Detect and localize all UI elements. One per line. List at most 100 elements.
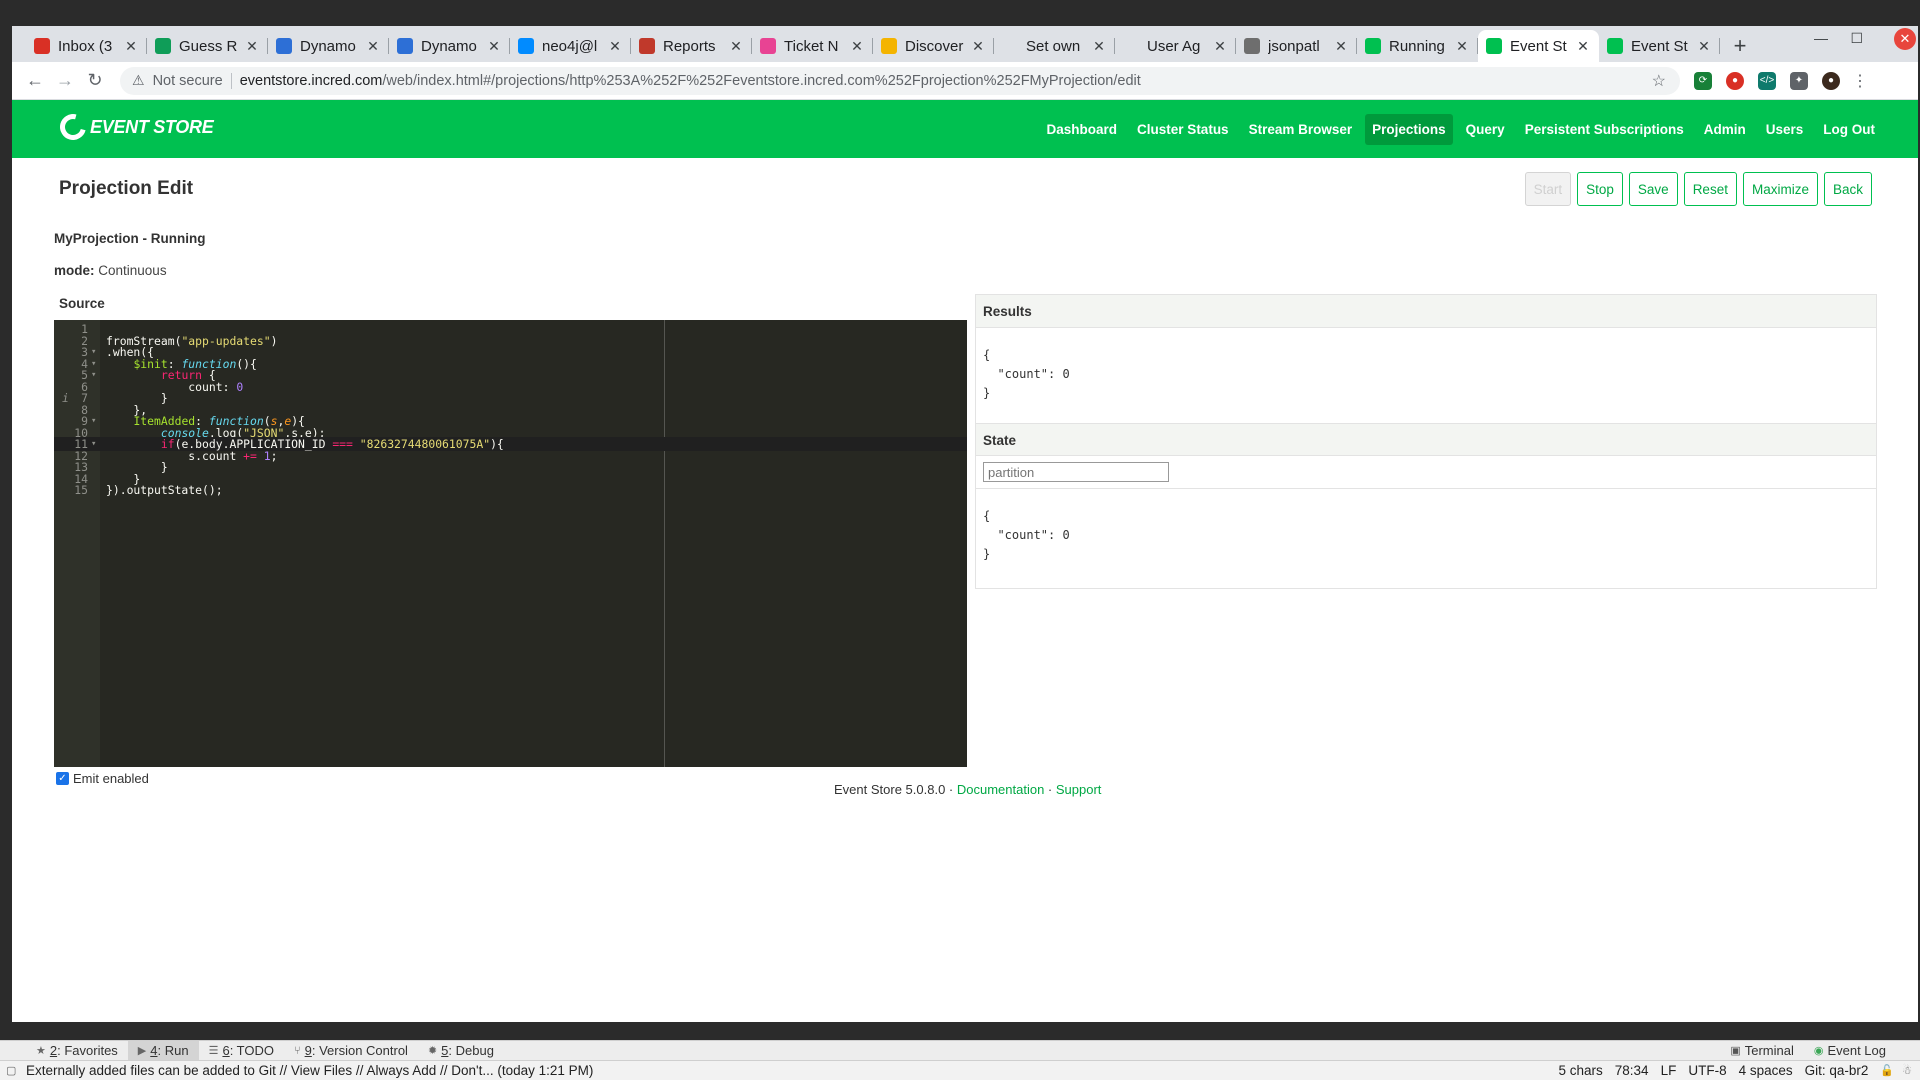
browser-tab[interactable]: Set own ✕ — [994, 30, 1115, 62]
bookmark-star-icon[interactable]: ☆ — [1652, 71, 1666, 91]
start-button[interactable]: Start — [1524, 172, 1572, 206]
reload-icon[interactable]: ↻ — [80, 70, 110, 91]
status-toggle-icon[interactable]: ▢ — [6, 1064, 16, 1077]
eventstore-logo[interactable]: EVENT STORE — [55, 109, 214, 145]
tab-label: Discover — [905, 37, 964, 55]
browser-tab[interactable]: jsonpatl ✕ — [1236, 30, 1357, 62]
status-item[interactable]: LF — [1661, 1063, 1677, 1078]
browser-tab[interactable]: User Ag ✕ — [1115, 30, 1236, 62]
mode-value: Continuous — [98, 263, 167, 278]
code-text: }).outputState(); — [106, 483, 223, 497]
status-item[interactable]: UTF-8 — [1688, 1063, 1726, 1078]
extension-icon-3[interactable]: </> — [1758, 71, 1776, 90]
tool-label: Terminal — [1744, 1043, 1794, 1058]
state-heading: State — [976, 423, 1876, 456]
mode-line: mode: Continuous — [54, 263, 167, 278]
tab-close-icon[interactable]: ✕ — [1696, 38, 1712, 55]
partition-input[interactable] — [983, 462, 1169, 482]
status-item[interactable]: Git: qa-br2 — [1805, 1063, 1869, 1078]
save-button[interactable]: Save — [1628, 172, 1678, 206]
nav-query[interactable]: Query — [1459, 114, 1512, 145]
nav-admin[interactable]: Admin — [1697, 114, 1753, 145]
close-window-icon[interactable]: ✕ — [1894, 28, 1916, 50]
tab-close-icon[interactable]: ✕ — [728, 38, 744, 55]
tab-close-icon[interactable]: ✕ — [1212, 38, 1228, 55]
status-message[interactable]: Externally added files can be added to G… — [26, 1063, 1559, 1078]
browser-tab[interactable]: Discover ✕ — [873, 30, 994, 62]
new-tab-button[interactable]: + — [1726, 30, 1754, 62]
forward-arrow-icon[interactable]: → — [50, 70, 80, 91]
browser-tab[interactable]: Event St ✕ — [1599, 30, 1720, 62]
app-navbar: EVENT STORE Dashboard Cluster Status Strea… — [12, 100, 1918, 158]
tab-close-icon[interactable]: ✕ — [1575, 38, 1591, 55]
status-item[interactable]: 4 spaces — [1739, 1063, 1793, 1078]
browser-tab[interactable]: Dynamo ✕ — [268, 30, 389, 62]
star-icon: ★ — [36, 1045, 46, 1057]
tab-close-icon[interactable]: ✕ — [486, 38, 502, 55]
tab-label: User Ag — [1147, 37, 1201, 55]
maximize-button[interactable]: Maximize — [1742, 172, 1818, 206]
nav-persistent-subscriptions[interactable]: Persistent Subscriptions — [1518, 114, 1691, 145]
ide-tool-debug[interactable]: ✹ 5: Debug — [418, 1043, 504, 1058]
reset-button[interactable]: Reset — [1683, 172, 1737, 206]
profile-avatar[interactable]: ● — [1822, 71, 1840, 90]
inspector-icon[interactable]: ☃ — [1902, 1064, 1912, 1077]
maximize-icon[interactable]: ☐ — [1850, 30, 1863, 47]
ticket-icon — [760, 38, 776, 54]
back-arrow-icon[interactable]: ← — [20, 70, 50, 91]
tab-close-icon[interactable]: ✕ — [365, 38, 381, 55]
ide-tool-run[interactable]: ▶ 4: Run — [127, 1040, 199, 1061]
tab-close-icon[interactable]: ✕ — [849, 38, 865, 55]
editor-line[interactable]: 15}).outputState(); — [54, 483, 967, 497]
tool-label: : Run — [157, 1043, 189, 1058]
support-link[interactable]: Support — [1056, 782, 1102, 797]
todo-icon: ☰ — [208, 1045, 219, 1057]
tab-close-icon[interactable]: ✕ — [244, 38, 260, 55]
lock-icon[interactable]: 🔓 — [1880, 1064, 1894, 1077]
tab-close-icon[interactable]: ✕ — [1091, 38, 1107, 55]
ide-tool-version-control[interactable]: ⑂ 9: Version Control — [284, 1043, 418, 1058]
code-editor[interactable]: 1 2 fromStream("app-updates") 3 ▾ .when({4 ▾ $… — [54, 320, 967, 767]
stop-button[interactable]: Stop — [1577, 172, 1623, 206]
browser-tab[interactable]: Reports ✕ — [631, 30, 752, 62]
ide-tool-todo[interactable]: ☰ 6: TODO — [199, 1043, 284, 1058]
nav-users[interactable]: Users — [1759, 114, 1811, 145]
tab-close-icon[interactable]: ✕ — [607, 38, 623, 55]
emit-enabled-checkbox[interactable]: ✓ Emit enabled — [56, 771, 149, 786]
tab-close-icon[interactable]: ✕ — [1333, 38, 1349, 55]
browser-menu-icon[interactable]: ⋮ — [1852, 71, 1868, 91]
browser-tab[interactable]: neo4j@l ✕ — [510, 30, 631, 62]
tool-number: 2 — [49, 1043, 58, 1058]
neo4j-icon — [518, 38, 534, 54]
back-button[interactable]: Back — [1823, 172, 1872, 206]
extensions-puzzle-icon[interactable]: ✦ — [1790, 71, 1808, 90]
browser-tab[interactable]: Dynamo ✕ — [389, 30, 510, 62]
nav-log-out[interactable]: Log Out — [1816, 114, 1882, 145]
browser-tab[interactable]: Guess R ✕ — [147, 30, 268, 62]
extension-icon-1[interactable]: ⟳ — [1694, 71, 1712, 90]
browser-tab[interactable]: Event St ✕ — [1478, 30, 1599, 62]
minimize-icon[interactable]: — — [1814, 30, 1828, 46]
tab-close-icon[interactable]: ✕ — [970, 38, 986, 55]
tab-label: Event St — [1510, 37, 1567, 55]
status-item[interactable]: 78:34 — [1615, 1063, 1649, 1078]
tab-close-icon[interactable]: ✕ — [1454, 38, 1470, 55]
nav-stream-browser[interactable]: Stream Browser — [1242, 114, 1360, 145]
nav-dashboard[interactable]: Dashboard — [1040, 114, 1125, 145]
browser-tab[interactable]: Ticket N ✕ — [752, 30, 873, 62]
ide-tool-terminal[interactable]: ▣ Terminal — [1720, 1043, 1804, 1058]
browser-tab[interactable]: Running ✕ — [1357, 30, 1478, 62]
browser-tab[interactable]: Inbox (3 ✕ — [26, 30, 147, 62]
ide-tool-favorites[interactable]: ★ 2: Favorites — [26, 1043, 128, 1058]
extension-icon-2[interactable]: ● — [1726, 71, 1744, 90]
projection-status: MyProjection - Running — [54, 231, 206, 246]
tab-label: neo4j@l — [542, 37, 598, 55]
tab-close-icon[interactable]: ✕ — [123, 38, 139, 55]
checkbox-check-icon[interactable]: ✓ — [56, 772, 69, 785]
nav-cluster-status[interactable]: Cluster Status — [1130, 114, 1236, 145]
documentation-link[interactable]: Documentation — [957, 782, 1044, 797]
status-item[interactable]: 5 chars — [1559, 1063, 1603, 1078]
ide-tool-event-log[interactable]: ◉ Event Log — [1804, 1043, 1896, 1058]
nav-projections[interactable]: Projections — [1365, 114, 1453, 145]
address-bar[interactable]: ⚠ Not secure eventstore.incred.com/web/i… — [120, 66, 1680, 95]
